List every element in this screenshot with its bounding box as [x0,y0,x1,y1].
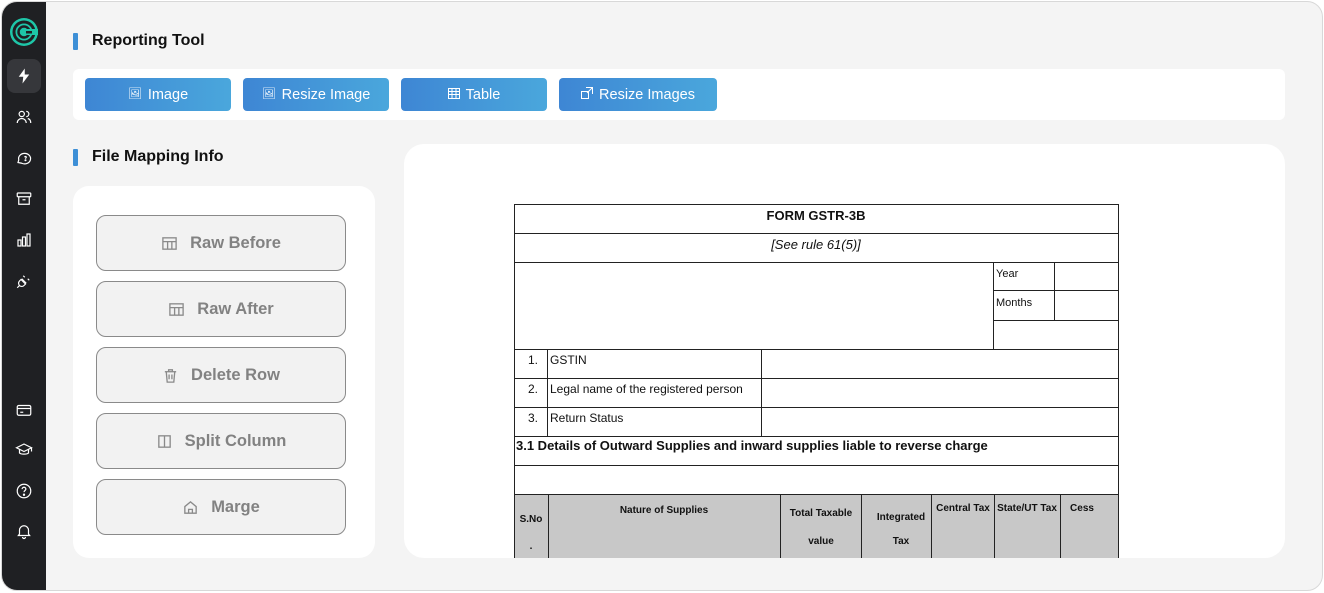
row-2-num: 2. [528,382,538,396]
resize-icon [581,87,594,102]
split-column-button[interactable]: Split Column [96,413,346,469]
section-3-1-title: 3.1 Details of Outward Supplies and inwa… [516,438,988,453]
table-icon [169,302,185,316]
lightning-icon [18,68,30,84]
image-icon: 🖼 [127,88,142,100]
mapping-actions-panel: Raw Before Raw After Delete Row Split Co… [73,186,375,558]
nav-notifications[interactable] [7,514,41,548]
raw-before-button[interactable]: Raw Before [96,215,346,271]
row-1-label: GSTIN [550,353,587,367]
file-mapping-heading: File Mapping Info [73,148,224,166]
delete-row-label: Delete Row [191,365,280,384]
graduation-cap-icon [15,443,33,455]
nav-learning[interactable] [7,433,41,467]
resize-image-button-label: Resize Image [281,86,371,103]
bar-chart-icon [17,233,31,247]
file-mapping-title: File Mapping Info [92,148,224,165]
form-rule: [See rule 61(5)] [770,237,861,252]
header-integrated-tax: Tax [893,536,910,547]
row-1-num: 1. [528,353,538,367]
gstr-3b-form-preview: FORM GSTR-3B [See rule 61(5)] Year Month… [514,204,1120,558]
heading-accent-bar [73,32,78,50]
year-label: Year [996,268,1019,280]
nav-help[interactable] [7,474,41,508]
split-column-icon [157,434,171,448]
archive-icon [16,192,32,205]
table-button[interactable]: Table [401,78,547,111]
header-taxable: Total Taxable [790,508,853,519]
nav-chat[interactable] [7,141,41,175]
nav-archive[interactable] [7,182,41,216]
app-window: Reporting Tool 🖼 Image 🖼 Resize Image Ta… [1,1,1323,591]
plug-icon [16,275,30,289]
split-column-label: Split Column [184,431,287,450]
form-title: FORM GSTR-3B [767,208,866,223]
chat-icon [17,152,32,165]
resize-images-button-label: Resize Images [599,86,695,103]
nav-lightning[interactable] [7,59,41,93]
table-button-label: Table [465,86,501,103]
merge-button[interactable]: Marge [96,479,346,535]
nav-users[interactable] [7,100,41,134]
image-button-label: Image [147,86,189,103]
trash-icon [164,368,177,383]
row-2-label: Legal name of the registered person [550,382,743,396]
image-button[interactable]: 🖼 Image [85,78,231,111]
image-icon: 🖼 [261,88,276,100]
app-logo[interactable] [9,17,39,47]
reporting-tool-title: Reporting Tool [92,32,205,49]
nav-billing[interactable] [7,393,41,427]
table-icon [447,87,460,102]
header-central: Central Tax [936,503,990,514]
report-toolbar: 🖼 Image 🖼 Resize Image Table Resize Imag… [73,69,1285,120]
nav-analytics[interactable] [7,223,41,257]
raw-before-label: Raw Before [190,233,281,252]
months-label: Months [996,297,1033,309]
bell-icon [17,525,31,540]
resize-image-button[interactable]: 🖼 Resize Image [243,78,389,111]
row-3-label: Return Status [550,411,623,425]
header-taxable-value: value [808,536,834,547]
raw-after-label: Raw After [197,299,274,318]
nav-integrations[interactable] [7,264,41,298]
header-nature: Nature of Supplies [620,505,709,516]
reporting-tool-heading: Reporting Tool [73,32,205,50]
table-icon [162,236,177,250]
document-preview-panel: FORM GSTR-3B [See rule 61(5)] Year Month… [404,144,1285,558]
merge-label: Marge [211,497,260,516]
heading-accent-bar [73,148,78,166]
help-icon [16,483,32,499]
header-sno-dot: . [530,541,533,552]
card-icon [16,404,32,416]
header-integrated: Integrated [877,512,925,523]
header-sno: S.No [520,514,543,525]
delete-row-button[interactable]: Delete Row [96,347,346,403]
raw-after-button[interactable]: Raw After [96,281,346,337]
header-state: State/UT Tax [997,503,1057,514]
users-icon [16,110,32,124]
resize-images-button[interactable]: Resize Images [559,78,717,111]
form-document: FORM GSTR-3B [See rule 61(5)] Year Month… [514,204,1119,558]
sidebar [2,2,46,590]
header-cess: Cess [1070,503,1094,514]
row-3-num: 3. [528,411,538,425]
merge-icon [184,500,198,514]
